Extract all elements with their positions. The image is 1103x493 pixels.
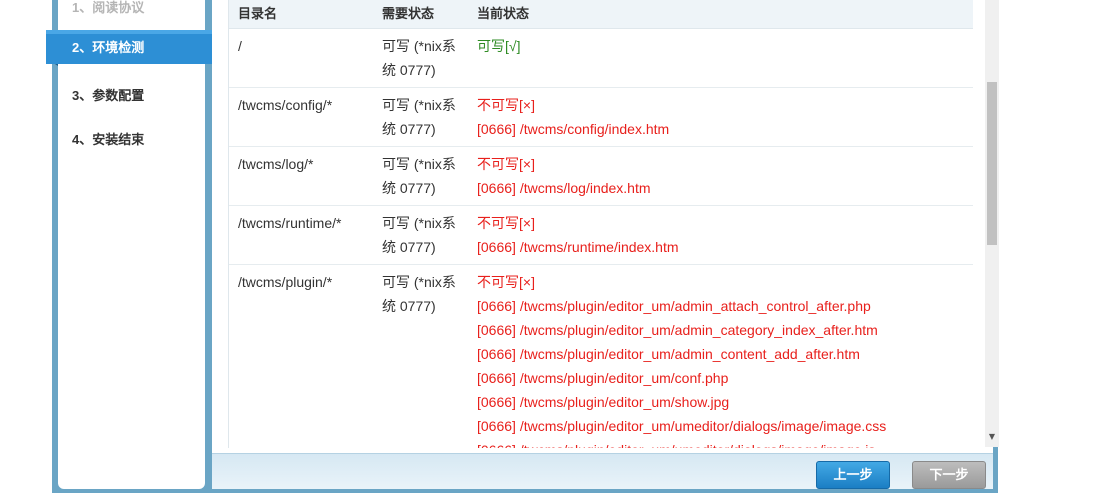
- required-cell: 可写 (*nix系 统 0777): [382, 152, 468, 200]
- table-row: /twcms/log/* 可写 (*nix系 统 0777) 不可写[×] [0…: [229, 147, 973, 206]
- file-detail: [0666] /twcms/plugin/editor_um/show.jpg: [477, 394, 730, 410]
- scroll-down-arrow-icon[interactable]: ▼: [987, 432, 997, 442]
- required-cell: 可写 (*nix系 统 0777): [382, 270, 468, 318]
- table-row: / 可写 (*nix系 统 0777) 可写[√]: [229, 29, 973, 88]
- status-cell: 不可写[×] [0666] /twcms/config/index.htm: [477, 93, 973, 141]
- required-text-line: 统 0777): [382, 298, 436, 314]
- file-detail: [0666] /twcms/config/index.htm: [477, 121, 670, 137]
- status-cell: 不可写[×] [0666] /twcms/runtime/index.htm: [477, 211, 973, 259]
- nav-step-config[interactable]: 3、参数配置: [72, 84, 144, 108]
- required-cell: 可写 (*nix系 统 0777): [382, 34, 468, 82]
- status-cell: 不可写[×] [0666] /twcms/plugin/editor_um/ad…: [477, 270, 973, 448]
- file-detail: [0666] /twcms/plugin/editor_um/umeditor/…: [477, 418, 887, 434]
- header-required: 需要状态: [382, 6, 435, 21]
- dir-cell: /: [238, 38, 242, 54]
- required-text-line: 可写 (*nix系: [382, 38, 456, 54]
- required-text-line: 统 0777): [382, 121, 436, 137]
- dir-cell: /twcms/runtime/*: [238, 215, 342, 231]
- required-text-line: 统 0777): [382, 62, 436, 78]
- table-row: /twcms/plugin/* 可写 (*nix系 统 0777) 不可写[×]…: [229, 265, 973, 448]
- prev-step-button[interactable]: 上一步: [816, 461, 890, 489]
- nav-step-env-check[interactable]: 2、环境检测: [46, 30, 224, 66]
- nav-step-finish[interactable]: 4、安装结束: [72, 128, 144, 152]
- dir-cell: /twcms/log/*: [238, 156, 314, 172]
- required-text-line: 可写 (*nix系: [382, 274, 456, 290]
- required-text-line: 统 0777): [382, 239, 436, 255]
- file-detail: [0666] /twcms/plugin/editor_um/conf.php: [477, 370, 729, 386]
- dir-cell: /twcms/plugin/*: [238, 274, 333, 290]
- nav-step-agreement[interactable]: 1、阅读协议: [72, 0, 144, 20]
- table-scrollbar[interactable]: ▼: [985, 0, 999, 447]
- status-error: 不可写[×]: [477, 274, 535, 290]
- file-detail: [0666] /twcms/log/index.htm: [477, 180, 651, 196]
- header-dir: 目录名: [238, 6, 278, 21]
- required-cell: 可写 (*nix系 统 0777): [382, 93, 468, 141]
- table-row: /twcms/runtime/* 可写 (*nix系 统 0777) 不可写[×…: [229, 206, 973, 265]
- status-error: 不可写[×]: [477, 156, 535, 172]
- file-detail: [0666] /twcms/plugin/editor_um/admin_att…: [477, 298, 871, 314]
- status-error: 不可写[×]: [477, 215, 535, 231]
- footer-bar: 上一步 下一步: [212, 453, 993, 489]
- required-text-line: 可写 (*nix系: [382, 156, 456, 172]
- file-detail: [0666] /twcms/plugin/editor_um/admin_cat…: [477, 322, 878, 338]
- header-current: 当前状态: [477, 6, 530, 21]
- next-step-button[interactable]: 下一步: [912, 461, 986, 489]
- required-cell: 可写 (*nix系 统 0777): [382, 211, 468, 259]
- scrollbar-thumb[interactable]: [987, 82, 997, 245]
- nav-step-env-check-label: 2、环境检测: [72, 40, 145, 55]
- required-text-line: 可写 (*nix系: [382, 215, 456, 231]
- table-header: 目录名 需要状态 当前状态: [229, 0, 973, 29]
- table-row: /twcms/config/* 可写 (*nix系 统 0777) 不可写[×]…: [229, 88, 973, 147]
- file-detail: [0666] /twcms/plugin/editor_um/admin_con…: [477, 346, 860, 362]
- required-text-line: 可写 (*nix系: [382, 97, 456, 113]
- env-check-table: 目录名 需要状态 当前状态 / 可写 (*nix系 统 0777) 可写[√] …: [228, 0, 973, 448]
- dir-cell: /twcms/config/*: [238, 97, 333, 113]
- status-ok: 可写[√]: [477, 38, 521, 54]
- required-text-line: 统 0777): [382, 180, 436, 196]
- file-detail: [0666] /twcms/runtime/index.htm: [477, 239, 679, 255]
- status-error: 不可写[×]: [477, 97, 535, 113]
- status-cell: 不可写[×] [0666] /twcms/log/index.htm: [477, 152, 973, 200]
- file-detail: [0666] /twcms/plugin/editor_um/umeditor/…: [477, 438, 973, 448]
- main-content: 目录名 需要状态 当前状态 / 可写 (*nix系 统 0777) 可写[√] …: [212, 0, 993, 489]
- step-sidebar: [58, 0, 205, 489]
